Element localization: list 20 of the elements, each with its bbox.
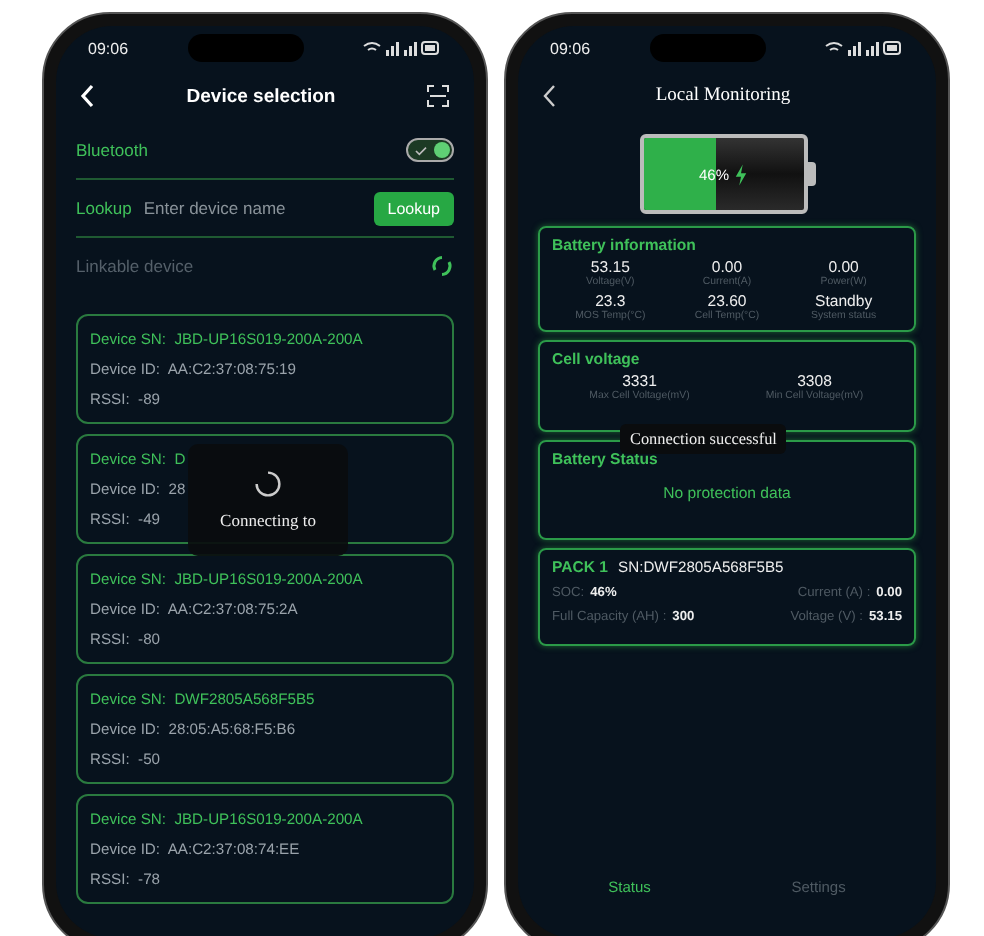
spinner-icon	[254, 470, 282, 498]
camera-notch	[649, 34, 766, 62]
loading-text: Connecting to	[220, 510, 316, 530]
check-icon	[414, 145, 428, 155]
bluetooth-toggle[interactable]	[406, 138, 454, 162]
page-title: Device selection	[186, 85, 336, 107]
status-icons	[362, 40, 442, 56]
back-icon[interactable]	[542, 84, 558, 108]
status-time: 09:06	[550, 39, 591, 57]
toast-message: Connection successful	[620, 424, 787, 454]
page-title: Local Monitoring	[655, 86, 791, 106]
status-icons	[824, 40, 904, 56]
scan-icon[interactable]	[426, 84, 450, 108]
camera-notch	[187, 34, 304, 62]
bluetooth-label: Bluetooth	[76, 140, 148, 160]
status-time: 09:06	[88, 39, 129, 57]
device-name-field[interactable]: Enter device name	[139, 198, 366, 218]
linkable-device-label: Linkable device	[76, 256, 194, 276]
refresh-icon[interactable]	[430, 254, 454, 278]
lookup-label: Lookup	[76, 198, 132, 218]
